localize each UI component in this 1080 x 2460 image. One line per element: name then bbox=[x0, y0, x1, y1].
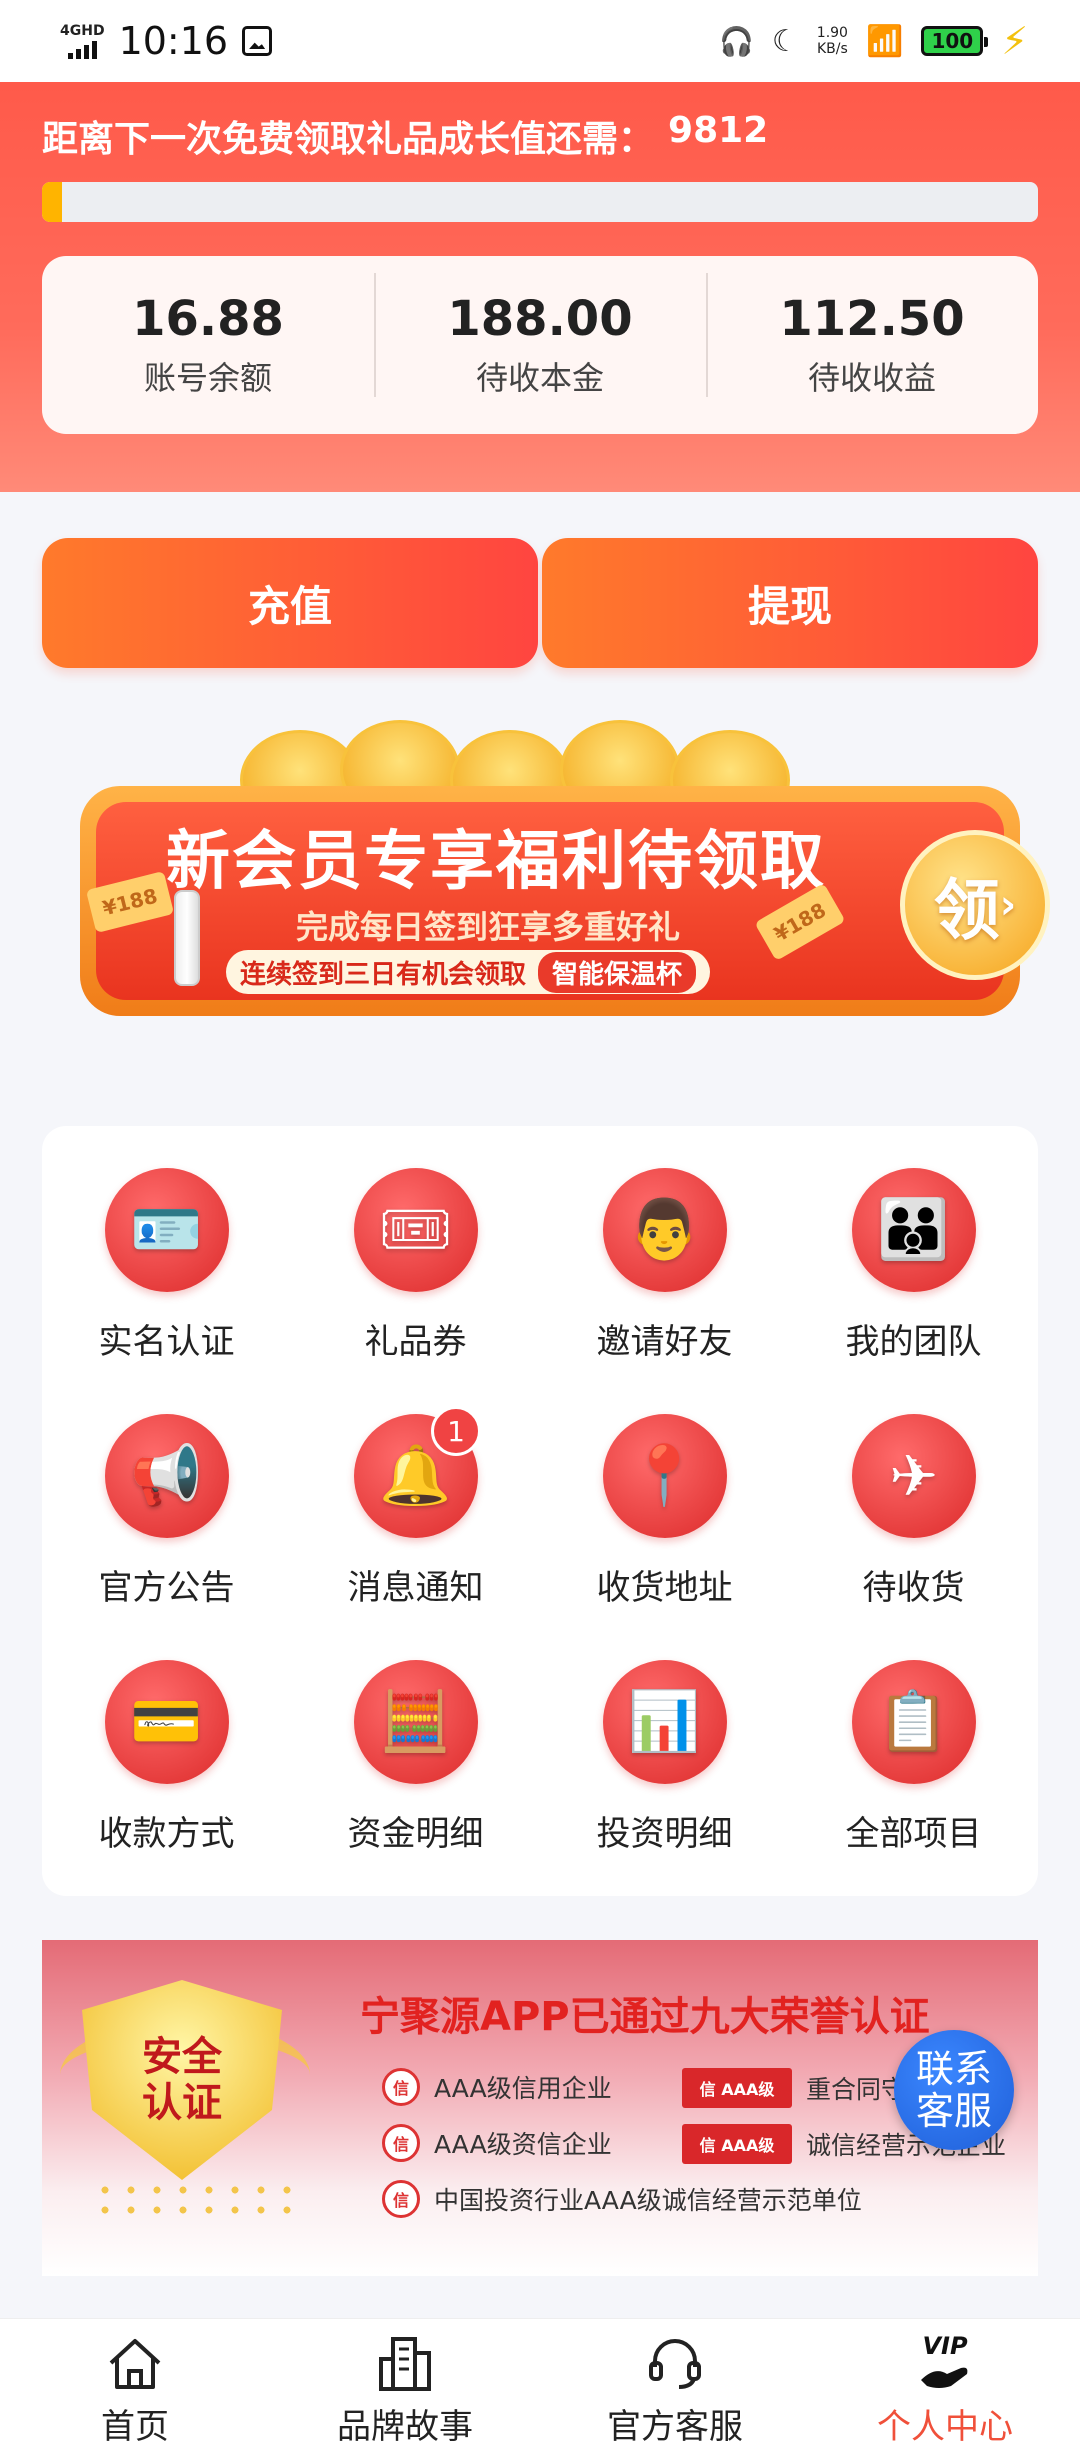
shield-icon: 安全认证 bbox=[82, 1980, 282, 2180]
stat-label: 待收收益 bbox=[807, 359, 936, 397]
notification-badge: 1 bbox=[431, 1406, 481, 1456]
bottom-tab-bar: 首页 品牌故事 官方客服 VIP 个人中心 bbox=[0, 2318, 1080, 2460]
cert-item: 信 AAA级资信企业 bbox=[382, 2124, 612, 2162]
stat-principal[interactable]: 188.00 待收本金 bbox=[374, 273, 706, 399]
grid-item-clipboard[interactable]: 📋 全部项目 bbox=[789, 1634, 1038, 1880]
claim-button[interactable]: 领 › bbox=[900, 830, 1050, 980]
invite-user-icon: 👨 bbox=[602, 1167, 727, 1292]
grid-item-label: 实名认证 bbox=[98, 1321, 235, 1362]
cert-title: 宁聚源APP已通过九大荣誉认证 bbox=[360, 1994, 930, 2040]
headset-icon bbox=[645, 2331, 705, 2395]
home-icon bbox=[105, 2331, 165, 2395]
clock: 10:16 bbox=[118, 19, 229, 63]
coupon-icon: 🎟 bbox=[353, 1167, 478, 1292]
contact-support-button[interactable]: 联系客服 bbox=[894, 2030, 1014, 2150]
grid-item-label: 收款方式 bbox=[98, 1813, 235, 1854]
grid-item-label: 资金明细 bbox=[347, 1813, 484, 1854]
seal-icon: 信 bbox=[382, 2124, 420, 2162]
clipboard-icon: 📋 bbox=[851, 1659, 976, 1784]
id-card-icon: 🪪 bbox=[104, 1167, 229, 1292]
grid-item-announcement[interactable]: 📢 官方公告 bbox=[42, 1388, 291, 1634]
grid-item-calculator[interactable]: 🧮 资金明细 bbox=[291, 1634, 540, 1880]
grid-item-bell[interactable]: 🔔 1 消息通知 bbox=[291, 1388, 540, 1634]
recharge-button[interactable]: 充值 bbox=[42, 538, 538, 668]
grid-item-label: 礼品券 bbox=[364, 1321, 467, 1362]
stat-balance[interactable]: 16.88 账号余额 bbox=[42, 291, 374, 399]
withdraw-button[interactable]: 提现 bbox=[542, 538, 1038, 668]
stat-earnings[interactable]: 112.50 待收收益 bbox=[706, 273, 1038, 399]
function-grid: 🪪 实名认证 🎟 礼品券 👨 邀请好友 👪 我的团队 📢 官方公告 🔔 1 消息通知 📍 收货地址 ✈ 待收货 💳… bbox=[42, 1126, 1038, 1896]
gold-coins-decoration bbox=[92, 2180, 292, 2220]
grid-item-id-card[interactable]: 🪪 实名认证 bbox=[42, 1142, 291, 1388]
promo-tag: 连续签到三日有机会领取 智能保温杯 bbox=[226, 950, 711, 994]
wifi-icon: 📶 bbox=[865, 23, 904, 59]
thermos-icon bbox=[174, 890, 200, 986]
tab-customer-service[interactable]: 官方客服 bbox=[540, 2319, 810, 2460]
team-icon: 👪 bbox=[851, 1167, 976, 1292]
cert-item: 信 中国投资行业AAA级诚信经营示范单位 bbox=[382, 2180, 862, 2218]
grid-item-coupon[interactable]: 🎟 礼品券 bbox=[291, 1142, 540, 1388]
plane-package-icon: ✈ bbox=[851, 1413, 976, 1538]
announcement-icon: 📢 bbox=[104, 1413, 229, 1538]
seal-icon: 信 bbox=[382, 2068, 420, 2106]
stat-value: 112.50 bbox=[779, 291, 965, 347]
promo-tag-pill: 智能保温杯 bbox=[538, 951, 697, 993]
seal-badge-icon: 信 AAA级 bbox=[682, 2068, 792, 2108]
grid-item-team[interactable]: 👪 我的团队 bbox=[789, 1142, 1038, 1388]
grid-item-label: 收货地址 bbox=[596, 1567, 733, 1608]
grid-item-plane-package[interactable]: ✈ 待收货 bbox=[789, 1388, 1038, 1634]
balance-card: 16.88 账号余额 188.00 待收本金 112.50 待收收益 bbox=[42, 256, 1038, 434]
promo-title: 新会员专享福利待领取 bbox=[166, 825, 826, 899]
growth-value: 9812 bbox=[668, 110, 769, 151]
buildings-icon bbox=[375, 2331, 435, 2395]
grid-item-label: 待收货 bbox=[862, 1567, 965, 1608]
net-speed: 1.90 KB/s bbox=[816, 25, 848, 57]
grid-item-label: 我的团队 bbox=[845, 1321, 982, 1362]
calculator-icon: 🧮 bbox=[353, 1659, 478, 1784]
headphones-icon: 🎧 bbox=[719, 24, 754, 58]
growth-text: 距离下一次免费领取礼品成长值还需： 9812 bbox=[42, 110, 769, 160]
promo-ribbon: 新会员专享福利待领取 完成每日签到狂享多重好礼 连续签到三日有机会领取 智能保温… bbox=[80, 786, 1020, 1016]
stat-label: 账号余额 bbox=[143, 359, 272, 397]
gallery-icon bbox=[242, 26, 273, 56]
cert-item: 信 AAA级信用企业 bbox=[382, 2068, 612, 2106]
charging-icon: ⚡ bbox=[1001, 19, 1028, 63]
promo-subtitle: 完成每日签到狂享多重好礼 bbox=[296, 908, 681, 946]
seal-badge-icon: 信 AAA级 bbox=[682, 2124, 792, 2164]
grid-item-invite-user[interactable]: 👨 邀请好友 bbox=[540, 1142, 789, 1388]
status-bar: 4GHD 10:16 🎧 ☾ 1.90 KB/s 📶 100 ⚡ bbox=[0, 0, 1080, 82]
grid-item-label: 邀请好友 bbox=[596, 1321, 733, 1362]
battery-icon: 100 bbox=[921, 26, 989, 56]
growth-progress-bar bbox=[42, 182, 1038, 222]
certification-banner: 安全认证 宁聚源APP已通过九大荣誉认证 信 AAA级信用企业 信 AAA级 重… bbox=[42, 1940, 1038, 2276]
growth-progress-fill bbox=[42, 182, 62, 222]
account-header: 距离下一次免费领取礼品成长值还需： 9812 16.88 账号余额 188.00 … bbox=[0, 82, 1080, 492]
grid-item-chart[interactable]: 📊 投资明细 bbox=[540, 1634, 789, 1880]
grid-item-label: 全部项目 bbox=[845, 1813, 982, 1854]
map-pin-icon: 📍 bbox=[602, 1413, 727, 1538]
tab-brand-story[interactable]: 品牌故事 bbox=[270, 2319, 540, 2460]
grid-item-label: 投资明细 bbox=[596, 1813, 733, 1854]
grid-item-label: 消息通知 bbox=[347, 1567, 484, 1608]
action-buttons: 充值 提现 bbox=[42, 538, 1038, 668]
stat-value: 188.00 bbox=[447, 291, 633, 347]
stat-label: 待收本金 bbox=[475, 359, 604, 397]
grid-item-map-pin[interactable]: 📍 收货地址 bbox=[540, 1388, 789, 1634]
grid-item-bank-card[interactable]: 💳 收款方式 bbox=[42, 1634, 291, 1880]
bank-card-icon: 💳 bbox=[104, 1659, 229, 1784]
chart-icon: 📊 bbox=[602, 1659, 727, 1784]
grid-item-label: 官方公告 bbox=[98, 1567, 235, 1608]
tab-profile[interactable]: VIP 个人中心 bbox=[810, 2319, 1080, 2460]
stat-value: 16.88 bbox=[132, 291, 284, 347]
signal-icon: 4GHD bbox=[60, 24, 105, 59]
vip-hand-icon: VIP bbox=[917, 2331, 973, 2395]
moon-icon: ☾ bbox=[771, 23, 799, 59]
promo-banner[interactable]: 新会员专享福利待领取 完成每日签到狂享多重好礼 连续签到三日有机会领取 智能保温… bbox=[40, 710, 1050, 1040]
seal-icon: 信 bbox=[382, 2180, 420, 2218]
tab-home[interactable]: 首页 bbox=[0, 2319, 270, 2460]
